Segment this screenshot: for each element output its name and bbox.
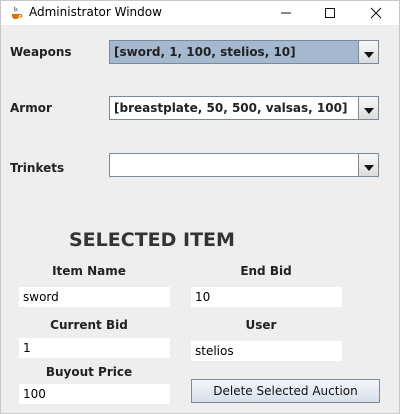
buyout-price-field[interactable] — [19, 384, 170, 404]
java-coffee-cup-icon[interactable] — [8, 5, 24, 21]
end-bid-label: End Bid — [240, 264, 292, 278]
trinkets-dropdown[interactable] — [109, 153, 379, 177]
close-icon — [370, 4, 382, 23]
delete-selected-auction-button[interactable]: Delete Selected Auction — [191, 379, 380, 403]
administrator-window: Administrator Window Weapons [sword, 1, … — [0, 0, 400, 414]
triangle-down-icon — [363, 99, 374, 118]
end-bid-field[interactable] — [191, 287, 342, 307]
item-name-field[interactable] — [19, 287, 170, 307]
weapons-selected-value: [sword, 1, 100, stelios, 10] — [114, 45, 296, 59]
armor-dropdown[interactable]: [breastplate, 50, 500, valsas, 100] — [109, 96, 379, 120]
weapons-label: Weapons — [10, 45, 72, 59]
current-bid-field[interactable] — [19, 338, 170, 358]
trinkets-dropdown-arrow[interactable] — [358, 154, 378, 176]
armor-dropdown-arrow[interactable] — [358, 97, 378, 119]
buyout-price-label: Buyout Price — [45, 365, 133, 379]
user-label: User — [245, 318, 277, 332]
trinkets-label: Trinkets — [10, 161, 65, 175]
minimize-icon — [280, 4, 292, 23]
maximize-icon — [324, 4, 336, 23]
user-field[interactable] — [191, 341, 342, 361]
item-name-label: Item Name — [52, 264, 126, 278]
weapons-dropdown[interactable]: [sword, 1, 100, stelios, 10] — [109, 40, 379, 64]
maximize-button[interactable] — [307, 1, 353, 25]
minimize-button[interactable] — [263, 1, 309, 25]
triangle-down-icon — [363, 43, 374, 62]
armor-label: Armor — [10, 101, 52, 115]
title-bar: Administrator Window — [1, 1, 399, 25]
armor-selected-value: [breastplate, 50, 500, valsas, 100] — [114, 101, 348, 115]
current-bid-label: Current Bid — [50, 318, 128, 332]
weapons-dropdown-arrow[interactable] — [358, 41, 378, 63]
window-title: Administrator Window — [29, 5, 162, 19]
selected-item-heading: SELECTED ITEM — [69, 229, 235, 251]
close-button[interactable] — [353, 1, 399, 25]
triangle-down-icon — [363, 156, 374, 175]
